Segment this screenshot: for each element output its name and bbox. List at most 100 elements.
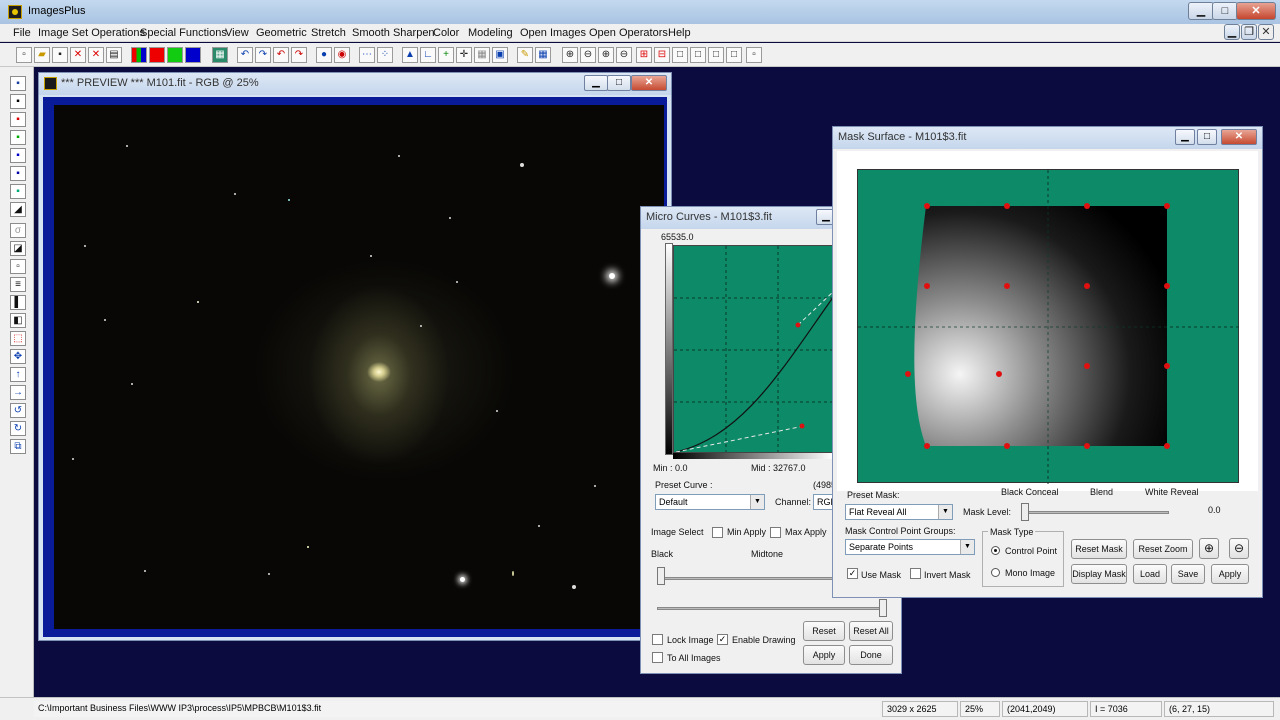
tool-rotate-right-icon[interactable]: ↻ — [10, 421, 26, 436]
menu-special-functions[interactable]: Special Functions — [140, 27, 227, 39]
rgb-channels-icon[interactable] — [131, 47, 147, 63]
invert-mask-checkbox[interactable] — [910, 568, 921, 579]
preset-curve-select[interactable]: Default ▼ — [655, 494, 765, 510]
control-point-radio[interactable] — [991, 546, 1000, 555]
preview-maximize-button[interactable]: □ — [607, 75, 631, 91]
mask-level-slider-track[interactable] — [1023, 511, 1169, 514]
tool-right-arrow-icon[interactable]: → — [10, 385, 26, 400]
midtone-slider-track[interactable] — [657, 607, 887, 610]
close-all-icon[interactable]: ✕ — [88, 47, 104, 63]
tool-move-icon[interactable]: ✥ — [10, 349, 26, 364]
menu-image-set-operations[interactable]: Image Set Operations — [38, 27, 145, 39]
menu-modeling[interactable]: Modeling — [468, 27, 513, 39]
close-image-icon[interactable]: ✕ — [70, 47, 86, 63]
crosshair-icon[interactable]: ✛ — [456, 47, 472, 63]
tool-copy-icon[interactable]: ⧉ — [10, 439, 26, 454]
app-close-button[interactable]: ✕ — [1236, 2, 1276, 20]
tool-select-icon[interactable]: ⬚ — [10, 331, 26, 346]
min-apply-checkbox[interactable] — [712, 527, 723, 538]
menu-smooth-sharpen[interactable]: Smooth Sharpen — [352, 27, 435, 39]
image-icon[interactable]: ▣ — [492, 47, 508, 63]
display-mask-button[interactable]: Display Mask — [1071, 564, 1127, 584]
tool-teal-icon[interactable]: ▪ — [10, 184, 26, 199]
tool-black-icon[interactable]: ▪ — [10, 94, 26, 109]
mask-minimize-button[interactable]: ▁ — [1175, 129, 1195, 145]
tool-half-icon[interactable]: ◧ — [10, 313, 26, 328]
print-icon[interactable]: ▤ — [106, 47, 122, 63]
curve-done-button[interactable]: Done — [849, 645, 893, 665]
tool-rect-icon[interactable]: ▫ — [10, 259, 26, 274]
mask-zoom-in-icon[interactable]: ⊕ — [1199, 538, 1219, 559]
curve-icon[interactable]: ∟ — [420, 47, 436, 63]
menu-stretch[interactable]: Stretch — [311, 27, 346, 39]
redo-all-icon[interactable]: ↷ — [291, 47, 307, 63]
undo-all-icon[interactable]: ↶ — [273, 47, 289, 63]
window-small-icon[interactable]: ▫ — [746, 47, 762, 63]
mask-surface-plot[interactable] — [857, 169, 1240, 484]
lock-image-checkbox[interactable] — [652, 634, 663, 645]
to-all-images-checkbox[interactable] — [652, 652, 663, 663]
menu-geometric[interactable]: Geometric — [256, 27, 307, 39]
control-point-groups-select[interactable]: Separate Points ▼ — [845, 539, 975, 555]
galaxy-preview-image[interactable] — [54, 105, 664, 629]
tool-up-arrow-icon[interactable]: ↑ — [10, 367, 26, 382]
tool-rotate-left-icon[interactable]: ↺ — [10, 403, 26, 418]
window-arrange-icon[interactable]: □ — [726, 47, 742, 63]
zoom-minus-box-icon[interactable]: ⊟ — [654, 47, 670, 63]
curve-reset-button[interactable]: Reset — [803, 621, 845, 641]
mdi-restore-button[interactable]: ❐ — [1241, 24, 1257, 40]
mask-save-button[interactable]: Save — [1171, 564, 1205, 584]
app-minimize-button[interactable]: ▁ — [1188, 2, 1214, 20]
zoom-fit-icon[interactable]: ⊕ — [598, 47, 614, 63]
mask-zoom-out-icon[interactable]: ⊖ — [1229, 538, 1249, 559]
preview-window-titlebar[interactable]: *** PREVIEW *** M101.fit - RGB @ 25% ▁ □… — [39, 73, 671, 95]
menu-open-images[interactable]: Open Images — [520, 27, 586, 39]
black-slider-thumb[interactable] — [657, 567, 665, 585]
red-channel-icon[interactable] — [149, 47, 165, 63]
curve-graph[interactable] — [673, 245, 833, 453]
reset-zoom-button[interactable]: Reset Zoom — [1133, 539, 1193, 559]
point-blue-icon[interactable]: ● — [316, 47, 332, 63]
histogram-icon[interactable]: ▲ — [402, 47, 418, 63]
crosshair-plus-icon[interactable]: + — [438, 47, 454, 63]
window-cascade-icon[interactable]: □ — [708, 47, 724, 63]
zoom-plus-box-icon[interactable]: ⊞ — [636, 47, 652, 63]
table-icon[interactable]: ▦ — [535, 47, 551, 63]
enable-drawing-checkbox[interactable]: ✓ — [717, 634, 728, 645]
dots-select-icon[interactable]: ⁘ — [377, 47, 393, 63]
tool-red-icon[interactable]: ▪ — [10, 112, 26, 127]
menu-color[interactable]: Color — [433, 27, 459, 39]
grid-light-icon[interactable]: ▦ — [474, 47, 490, 63]
zoom-out-icon[interactable]: ⊖ — [580, 47, 596, 63]
midtone-slider-thumb[interactable] — [879, 599, 887, 617]
mono-image-radio[interactable] — [991, 568, 1000, 577]
use-mask-checkbox[interactable]: ✓ — [847, 568, 858, 579]
tool-sigma-icon[interactable]: σ — [10, 223, 26, 238]
tool-green-icon[interactable]: ▪ — [10, 130, 26, 145]
mask-level-slider-thumb[interactable] — [1021, 503, 1029, 521]
mask-apply-button[interactable]: Apply — [1211, 564, 1249, 584]
menu-file[interactable]: File — [13, 27, 31, 39]
blue-channel-icon[interactable] — [185, 47, 201, 63]
undo-icon[interactable]: ↶ — [237, 47, 253, 63]
pencil-icon[interactable]: ✎ — [517, 47, 533, 63]
curve-apply-button[interactable]: Apply — [803, 645, 845, 665]
max-apply-checkbox[interactable] — [770, 527, 781, 538]
green-channel-icon[interactable] — [167, 47, 183, 63]
open-folder-icon[interactable]: ▰ — [34, 47, 50, 63]
preview-close-button[interactable]: ✕ — [631, 75, 667, 91]
point-red-icon[interactable]: ◉ — [334, 47, 350, 63]
mdi-close-button[interactable]: ✕ — [1258, 24, 1274, 40]
tool-gradient-icon[interactable]: ◪ — [10, 241, 26, 256]
new-file-icon[interactable]: ▫ — [16, 47, 32, 63]
mdi-minimize-button[interactable]: ▁ — [1224, 24, 1240, 40]
menu-help[interactable]: Help — [668, 27, 691, 39]
preset-mask-select[interactable]: Flat Reveal All ▼ — [845, 504, 953, 520]
mask-load-button[interactable]: Load — [1133, 564, 1167, 584]
preview-minimize-button[interactable]: ▁ — [584, 75, 608, 91]
menu-open-operators[interactable]: Open Operators — [589, 27, 668, 39]
tool-corner-icon[interactable]: ◢ — [10, 202, 26, 217]
mask-surface-titlebar[interactable]: Mask Surface - M101$3.fit ▁ □ ✕ — [833, 127, 1262, 149]
app-maximize-button[interactable]: □ — [1212, 2, 1238, 20]
zoom-actual-icon[interactable]: ⊖ — [616, 47, 632, 63]
